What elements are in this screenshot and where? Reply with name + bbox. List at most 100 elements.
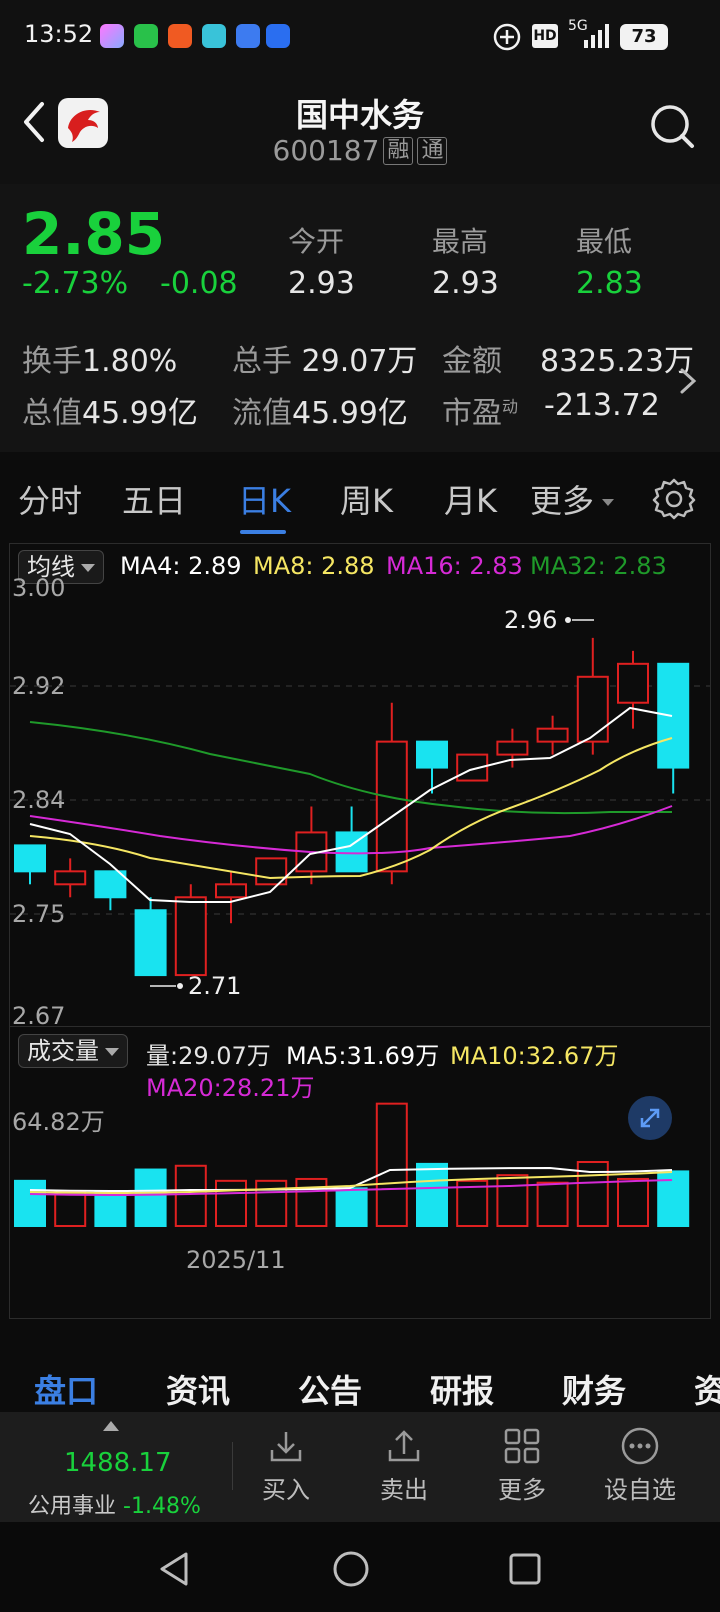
low-marker-dot <box>177 983 183 989</box>
nav-recents-icon[interactable] <box>508 1552 542 1586</box>
tab-research[interactable]: 研报 <box>430 1366 494 1412</box>
tab-announcements[interactable]: 公告 <box>298 1366 362 1412</box>
vol-ma20-legend: MA20:28.21万 <box>146 1074 315 1102</box>
action-bar: 1488.17 公用事业 -1.48% 买入 卖出 更多 设自选 <box>0 1412 720 1522</box>
last-price: 2.85 <box>22 200 166 268</box>
turnover-stat: 换手1.80% <box>22 344 178 379</box>
settings-notification-icon <box>236 24 260 48</box>
low-value: 2.83 <box>576 266 643 301</box>
app-root: 13:52 HD 5G 73 国中水务 600187 融 通 2.85 -2.7… <box>0 0 720 1612</box>
high-marker-dot <box>565 617 571 623</box>
battery-icon: 73 <box>620 24 668 50</box>
pe-value: -213.72 <box>544 388 660 423</box>
volume-bar <box>536 1181 569 1227</box>
volume-chart <box>14 1102 690 1228</box>
vol-ma5-line <box>29 1166 673 1192</box>
caret-down-icon <box>81 564 95 572</box>
candle-body <box>14 844 46 873</box>
alert-notification-icon <box>266 24 290 48</box>
vol-ma10-legend: MA10:32.67万 <box>450 1042 619 1070</box>
tab-daily-k[interactable]: 日K <box>238 476 291 522</box>
volume-bar <box>496 1174 529 1227</box>
low-label: 最低 <box>576 225 633 258</box>
gear-icon[interactable] <box>652 476 696 520</box>
divider <box>232 1442 233 1490</box>
more-button[interactable]: 更多 <box>472 1426 572 1505</box>
tab-intraday[interactable]: 分时 <box>18 476 82 522</box>
open-label: 今开 <box>288 225 345 258</box>
hd-icon: HD <box>532 24 558 48</box>
tab-monthly-k[interactable]: 月K <box>444 476 497 522</box>
nav-back-icon[interactable] <box>156 1550 192 1588</box>
amount-stat: 金额 <box>442 344 502 379</box>
candle-body <box>134 909 167 977</box>
date-label: 2025/11 <box>186 1246 286 1274</box>
status-bar: 13:52 HD 5G 73 <box>0 0 720 76</box>
tab-more[interactable]: 更多 <box>530 476 615 522</box>
pe-stat: 市盈动 <box>442 396 519 431</box>
panel-divider <box>10 1026 710 1027</box>
candles <box>14 637 690 977</box>
kline-chart-panel: 均线 MA4: 2.89 MA8: 2.88 MA16: 2.83 MA32: … <box>9 543 711 1319</box>
candle-body <box>617 662 649 704</box>
stock-code: 600187 <box>272 134 380 167</box>
volume-bar <box>335 1187 368 1228</box>
volume-bar <box>94 1191 127 1227</box>
volume-bar <box>617 1177 649 1228</box>
caret-up-icon[interactable] <box>102 1418 120 1432</box>
volume-selector[interactable]: 成交量 <box>18 1034 128 1068</box>
amount-value: 8325.23万 <box>540 344 695 379</box>
change-percent: -2.73% <box>22 266 129 301</box>
high-marker-label: 2.96 <box>504 606 557 634</box>
candle-body <box>94 870 127 899</box>
volume-bar <box>134 1168 167 1227</box>
quote-panel: 2.85 -2.73% -0.08 今开 2.93 最高 2.93 最低 2.8… <box>0 184 720 452</box>
high-value: 2.93 <box>432 266 499 301</box>
connect-tag: 通 <box>417 137 448 165</box>
stock-code-line: 600187 融通 <box>0 134 720 167</box>
high-label: 最高 <box>432 225 489 258</box>
upload-icon <box>388 1430 420 1462</box>
tab-capital[interactable]: 资 <box>694 1366 720 1412</box>
low-marker-label: 2.71 <box>188 972 241 1000</box>
volume-bar <box>295 1177 328 1228</box>
candle-body <box>536 727 569 743</box>
app-notification-icon <box>100 24 124 48</box>
tab-five-day[interactable]: 五日 <box>122 476 186 522</box>
signal-icon <box>584 24 609 48</box>
caret-down-icon <box>602 499 615 506</box>
buy-button[interactable]: 买入 <box>236 1426 336 1505</box>
nav-home-icon[interactable] <box>332 1550 370 1588</box>
candle-body <box>576 675 609 743</box>
app-notification-icon <box>202 24 226 48</box>
search-icon[interactable] <box>648 102 696 150</box>
system-nav-bar <box>0 1522 720 1612</box>
candle-body <box>174 896 207 977</box>
volume-bar <box>416 1162 448 1227</box>
add-watchlist-button[interactable]: 设自选 <box>590 1426 690 1505</box>
margin-tag: 融 <box>383 137 414 165</box>
chart-tabs: 分时 五日 日K 周K 月K 更多 <box>0 452 720 536</box>
sector-index-name[interactable]: 公用事业 -1.48% <box>28 1488 201 1520</box>
stock-name: 国中水务 <box>295 96 424 134</box>
change-amount: -0.08 <box>160 266 238 301</box>
volume-bars <box>14 1102 690 1228</box>
volume-bar <box>54 1191 87 1227</box>
volume-bar <box>215 1179 247 1227</box>
float-cap-stat: 流值45.99亿 <box>232 396 408 431</box>
tab-news[interactable]: 资讯 <box>166 1366 230 1412</box>
candlestick-chart[interactable]: 2.96 2.71 <box>10 574 710 1028</box>
sector-index-value: 1488.17 <box>64 1448 172 1478</box>
tab-order-book[interactable]: 盘口 <box>34 1366 98 1412</box>
more-dots-icon <box>621 1427 659 1465</box>
ma32-line <box>29 721 672 815</box>
grid-icon <box>504 1428 540 1464</box>
sell-button[interactable]: 卖出 <box>354 1426 454 1505</box>
candle-body <box>215 883 247 899</box>
tab-weekly-k[interactable]: 周K <box>340 476 393 522</box>
open-value: 2.93 <box>288 266 355 301</box>
tab-financials[interactable]: 财务 <box>562 1366 626 1412</box>
vol-ma5-legend: MA5:31.69万 <box>286 1042 440 1070</box>
volume-bar <box>14 1179 46 1227</box>
chevron-right-icon[interactable] <box>678 366 698 396</box>
